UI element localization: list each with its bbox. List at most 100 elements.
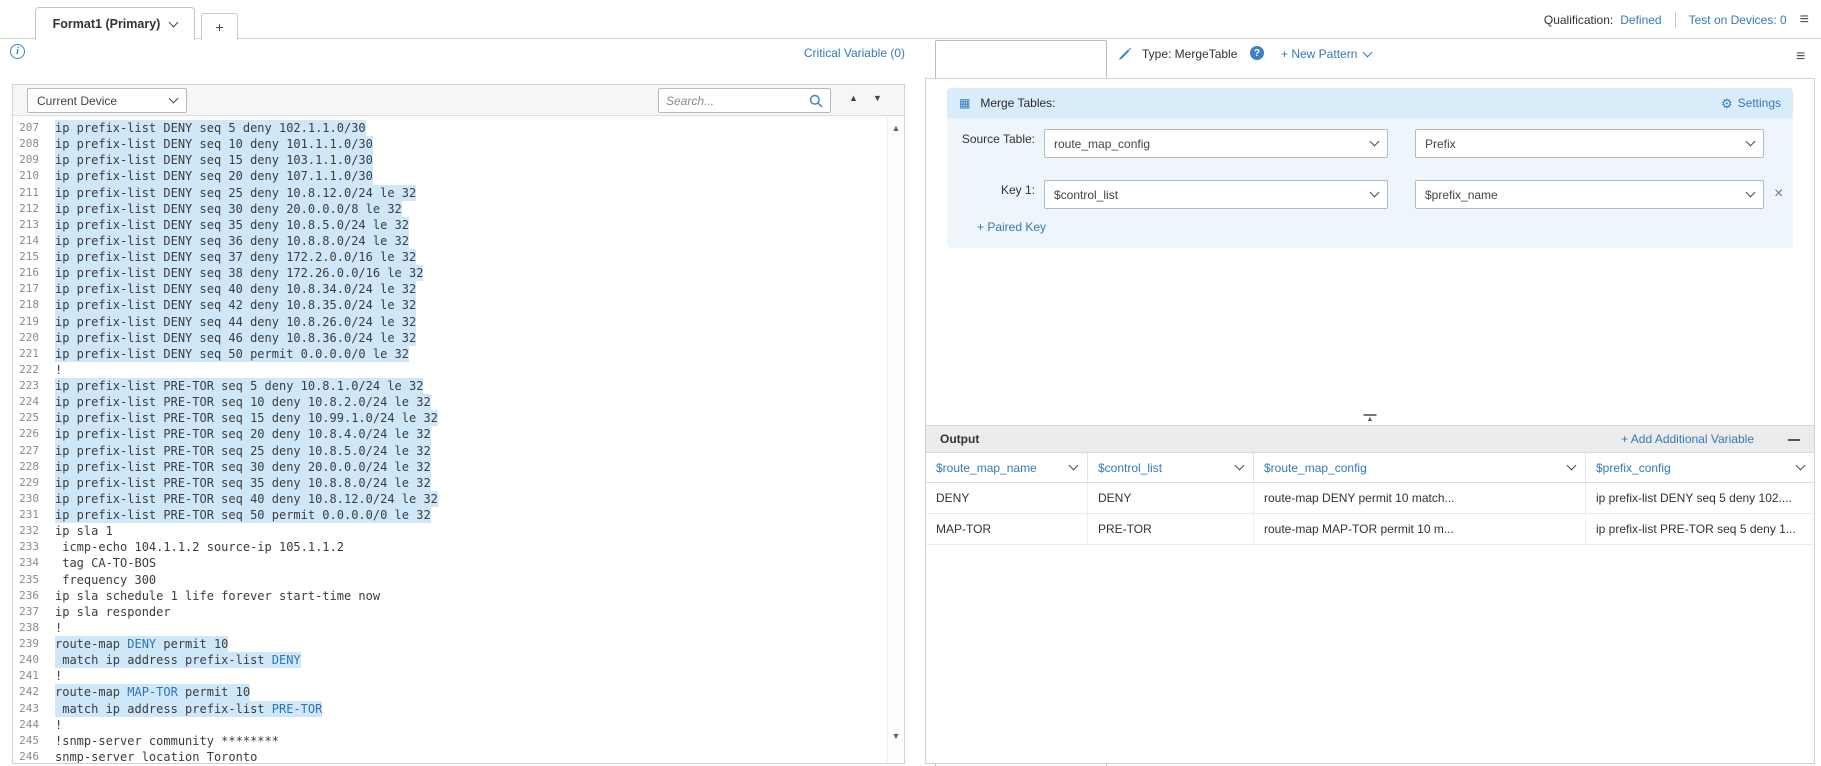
code-line[interactable]: 210ip prefix-list DENY seq 20 deny 107.1… <box>13 168 886 184</box>
code-line[interactable]: 242route-map MAP-TOR permit 10 <box>13 684 886 700</box>
add-additional-variable-link[interactable]: + Add Additional Variable <box>1621 432 1754 446</box>
code-line[interactable]: 232ip sla 1 <box>13 523 886 539</box>
line-number: 225 <box>13 410 55 426</box>
menu-icon[interactable]: ≡ <box>1800 12 1809 28</box>
code-line[interactable]: 246snmp-server location Toronto <box>13 749 886 763</box>
code-line[interactable]: 219ip prefix-list DENY seq 44 deny 10.8.… <box>13 314 886 330</box>
code-line[interactable]: 233 icmp-echo 104.1.1.2 source-ip 105.1.… <box>13 539 886 555</box>
line-number: 216 <box>13 265 55 281</box>
code-line[interactable]: 220ip prefix-list DENY seq 46 deny 10.8.… <box>13 330 886 346</box>
code-line[interactable]: 224ip prefix-list PRE-TOR seq 10 deny 10… <box>13 394 886 410</box>
code-line[interactable]: 228ip prefix-list PRE-TOR seq 30 deny 20… <box>13 459 886 475</box>
vertical-scrollbar[interactable]: ▲ ▼ <box>887 117 904 763</box>
code-line[interactable]: 212ip prefix-list DENY seq 30 deny 20.0.… <box>13 201 886 217</box>
line-number: 229 <box>13 475 55 491</box>
code-line[interactable]: 234 tag CA-TO-BOS <box>13 555 886 571</box>
qualification-value-link[interactable]: Defined <box>1620 13 1661 27</box>
remove-key-icon[interactable]: × <box>1774 184 1783 203</box>
code-line[interactable]: 238! <box>13 620 886 636</box>
key1-second-value: $prefix_name <box>1425 188 1498 202</box>
device-selector[interactable]: Current Device <box>27 88 187 113</box>
minimize-icon[interactable] <box>1788 439 1800 441</box>
help-icon[interactable]: ? <box>1250 46 1264 60</box>
info-icon[interactable]: i <box>10 44 25 59</box>
code-line[interactable]: 243 match ip address prefix-list PRE-TOR <box>13 701 886 717</box>
code-line[interactable]: 221ip prefix-list DENY seq 50 permit 0.0… <box>13 346 886 362</box>
code-line[interactable]: 229ip prefix-list PRE-TOR seq 35 deny 10… <box>13 475 886 491</box>
line-text: ip prefix-list DENY seq 5 deny 102.1.1.0… <box>55 120 366 136</box>
code-line[interactable]: 222! <box>13 362 886 378</box>
scroll-down-icon[interactable]: ▼ <box>888 731 904 741</box>
config-code[interactable]: 207ip prefix-list DENY seq 5 deny 102.1.… <box>13 117 886 763</box>
line-number: 236 <box>13 588 55 604</box>
critical-variable-link[interactable]: Critical Variable (0) <box>698 46 905 60</box>
source-table-select[interactable]: route_map_config <box>1044 129 1388 158</box>
code-line[interactable]: 241! <box>13 668 886 684</box>
line-number: 228 <box>13 459 55 475</box>
line-text: ip prefix-list PRE-TOR seq 5 deny 10.8.1… <box>55 378 423 394</box>
output-column-header[interactable]: $route_map_name <box>926 453 1088 482</box>
code-line[interactable]: 218ip prefix-list DENY seq 42 deny 10.8.… <box>13 297 886 313</box>
topbar-right-group: Qualification: Defined Test on Devices: … <box>1544 0 1809 39</box>
line-text: ip prefix-list DENY seq 36 deny 10.8.8.0… <box>55 233 409 249</box>
edit-pencil-icon[interactable] <box>1117 46 1133 67</box>
code-line[interactable]: 226ip prefix-list PRE-TOR seq 20 deny 10… <box>13 426 886 442</box>
collapse-icon[interactable]: ▲ <box>1364 414 1377 423</box>
line-text: ip prefix-list DENY seq 50 permit 0.0.0.… <box>55 346 409 362</box>
code-line[interactable]: 217ip prefix-list DENY seq 40 deny 10.8.… <box>13 281 886 297</box>
code-line[interactable]: 239route-map DENY permit 10 <box>13 636 886 652</box>
code-line[interactable]: 213ip prefix-list DENY seq 35 deny 10.8.… <box>13 217 886 233</box>
code-line[interactable]: 215ip prefix-list DENY seq 37 deny 172.2… <box>13 249 886 265</box>
chevron-down-icon <box>1370 188 1380 198</box>
key1-second-select[interactable]: $prefix_name <box>1415 180 1764 209</box>
search-input[interactable] <box>666 94 809 108</box>
code-line[interactable]: 235 frequency 300 <box>13 572 886 588</box>
output-column-header[interactable]: $route_map_config <box>1254 453 1586 482</box>
chevron-down-icon <box>169 17 179 27</box>
add-tab-button[interactable]: + <box>201 13 238 40</box>
test-on-devices-link[interactable]: Test on Devices: 0 <box>1689 13 1787 27</box>
key1-label: Key 1: <box>947 183 1035 197</box>
search-next-button[interactable]: ▼ <box>873 94 882 103</box>
table-row[interactable]: DENYDENYroute-map DENY permit 10 match..… <box>926 483 1814 514</box>
line-number: 243 <box>13 701 55 717</box>
new-pattern-button[interactable]: + New Pattern <box>1281 47 1371 61</box>
code-line[interactable]: 216ip prefix-list DENY seq 38 deny 172.2… <box>13 265 886 281</box>
code-line[interactable]: 244! <box>13 717 886 733</box>
code-line[interactable]: 208ip prefix-list DENY seq 10 deny 101.1… <box>13 136 886 152</box>
settings-button[interactable]: ⚙ Settings <box>1721 96 1781 110</box>
code-line[interactable]: 214ip prefix-list DENY seq 36 deny 10.8.… <box>13 233 886 249</box>
table-row[interactable]: MAP-TORPRE-TORroute-map MAP-TOR permit 1… <box>926 514 1814 545</box>
code-line[interactable]: 207ip prefix-list DENY seq 5 deny 102.1.… <box>13 120 886 136</box>
line-text: ip prefix-list PRE-TOR seq 10 deny 10.8.… <box>55 394 431 410</box>
code-line[interactable]: 245!snmp-server community ******** <box>13 733 886 749</box>
line-text: ip prefix-list PRE-TOR seq 40 deny 10.8.… <box>55 491 438 507</box>
line-number: 239 <box>13 636 55 652</box>
code-line[interactable]: 240 match ip address prefix-list DENY <box>13 652 886 668</box>
merge-tables-card: ▦ Merge Tables: ⚙ Settings Source Table:… <box>947 88 1793 248</box>
scroll-up-icon[interactable]: ▲ <box>888 123 904 133</box>
code-line[interactable]: 231ip prefix-list PRE-TOR seq 50 permit … <box>13 507 886 523</box>
line-text: !snmp-server community ******** <box>55 733 279 749</box>
code-line[interactable]: 237ip sla responder <box>13 604 886 620</box>
config-panel: Current Device ▲ ▼ 207ip prefix-list DEN… <box>12 84 905 764</box>
code-line[interactable]: 223ip prefix-list PRE-TOR seq 5 deny 10.… <box>13 378 886 394</box>
output-column-header[interactable]: $control_list <box>1088 453 1254 482</box>
output-section: ▲ Output + Add Additional Variable $rout… <box>926 425 1814 545</box>
tab-format1[interactable]: Format1 (Primary) <box>35 7 195 40</box>
code-line[interactable]: 211ip prefix-list DENY seq 25 deny 10.8.… <box>13 185 886 201</box>
line-text: ip prefix-list DENY seq 15 deny 103.1.1.… <box>55 152 373 168</box>
code-line[interactable]: 225ip prefix-list PRE-TOR seq 15 deny 10… <box>13 410 886 426</box>
code-line[interactable]: 227ip prefix-list PRE-TOR seq 25 deny 10… <box>13 443 886 459</box>
code-line[interactable]: 236ip sla schedule 1 life forever start-… <box>13 588 886 604</box>
line-text: ip prefix-list PRE-TOR seq 15 deny 10.99… <box>55 410 438 426</box>
paired-key-link[interactable]: + Paired Key <box>977 220 1046 234</box>
code-line[interactable]: 209ip prefix-list DENY seq 15 deny 103.1… <box>13 152 886 168</box>
panel-menu-icon[interactable]: ≡ <box>1796 49 1805 65</box>
key1-select[interactable]: $control_list <box>1044 180 1388 209</box>
line-number: 234 <box>13 555 55 571</box>
output-column-header[interactable]: $prefix_config <box>1586 453 1814 482</box>
second-table-select[interactable]: Prefix <box>1415 129 1764 158</box>
search-prev-button[interactable]: ▲ <box>849 94 858 103</box>
code-line[interactable]: 230ip prefix-list PRE-TOR seq 40 deny 10… <box>13 491 886 507</box>
